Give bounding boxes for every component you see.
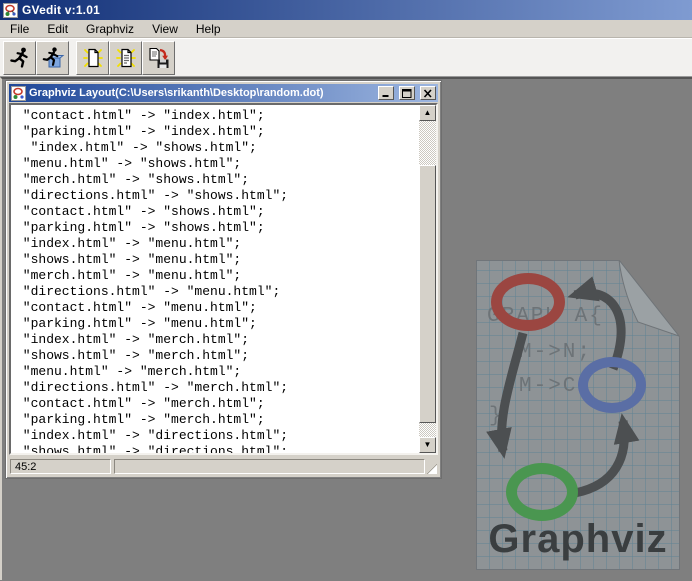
- editor-line: "shows.html" -> "merch.html";: [15, 348, 250, 363]
- cursor-position: 45:2: [10, 459, 111, 474]
- editor: "contact.html" -> "index.html"; "parking…: [9, 103, 438, 455]
- editor-line: "shows.html" -> "menu.html";: [15, 252, 242, 267]
- editor-line: "merch.html" -> "menu.html";: [15, 268, 242, 283]
- graphviz-logo-watermark: GRAPH A{ M->N; M->C; } Graphviz: [454, 246, 690, 576]
- editor-line: "contact.html" -> "menu.html";: [15, 300, 257, 315]
- logo-wordmark: Graphviz: [488, 517, 668, 561]
- editor-line: "merch.html" -> "shows.html";: [15, 172, 250, 187]
- close-icon: [423, 88, 432, 98]
- editor-line: "shows.html" -> "directions.html";: [15, 444, 289, 453]
- menu-item-help[interactable]: Help: [187, 21, 230, 37]
- save-file-button[interactable]: [142, 40, 175, 75]
- editor-line: "directions.html" -> "merch.html";: [15, 380, 289, 395]
- maximize-icon: [402, 88, 412, 98]
- editor-line: "directions.html" -> "menu.html";: [15, 284, 281, 299]
- scroll-down-button[interactable]: ▼: [419, 437, 436, 453]
- editor-line: "contact.html" -> "shows.html";: [15, 204, 265, 219]
- child-window-title: Graphviz Layout(C:\Users\srikanth\Deskto…: [29, 87, 324, 99]
- editor-line: "contact.html" -> "index.html";: [15, 108, 265, 123]
- open-file-button[interactable]: [109, 40, 142, 75]
- logo-node-blue: [578, 357, 646, 413]
- editor-line: "menu.html" -> "shows.html";: [15, 156, 242, 171]
- document-icon: [11, 85, 26, 101]
- window-title: GVedit v:1.01: [22, 3, 100, 17]
- menu-item-graphviz[interactable]: Graphviz: [77, 21, 143, 37]
- editor-line: "directions.html" -> "shows.html";: [15, 188, 289, 203]
- editor-line: "index.html" -> "directions.html";: [15, 428, 289, 443]
- editor-line: "parking.html" -> "index.html";: [15, 124, 265, 139]
- run-preview-button[interactable]: [36, 40, 69, 75]
- toolbar: [0, 38, 692, 77]
- editor-line: "parking.html" -> "menu.html";: [15, 316, 257, 331]
- close-button[interactable]: [420, 86, 436, 100]
- run-button[interactable]: [3, 40, 36, 75]
- status-bar: 45:2: [9, 456, 438, 475]
- editor-line: "index.html" -> "menu.html";: [15, 236, 242, 251]
- logo-paper: GRAPH A{ M->N; M->C; } Graphviz: [476, 260, 680, 570]
- save-file-icon: [148, 47, 168, 68]
- app-icon: [3, 2, 18, 18]
- editor-line: "menu.html" -> "merch.html";: [15, 364, 242, 379]
- new-file-button[interactable]: [76, 40, 109, 75]
- status-message: [114, 459, 425, 474]
- menu-item-edit[interactable]: Edit: [38, 21, 77, 37]
- mdi-area: GRAPH A{ M->N; M->C; } Graphviz Graphviz…: [0, 77, 692, 580]
- minimize-button[interactable]: [378, 86, 394, 100]
- open-file-icon: [115, 48, 136, 67]
- editor-line: "parking.html" -> "merch.html";: [15, 412, 265, 427]
- menu-item-file[interactable]: File: [1, 21, 38, 37]
- vertical-scrollbar[interactable]: ▲ ▼: [419, 105, 436, 453]
- logo-folded-corner: [618, 260, 680, 338]
- logo-node-red: [491, 273, 565, 331]
- editor-line: "contact.html" -> "merch.html";: [15, 396, 265, 411]
- logo-node-green: [506, 463, 578, 521]
- scrollbar-track[interactable]: [419, 121, 436, 437]
- child-titlebar[interactable]: Graphviz Layout(C:\Users\srikanth\Deskto…: [9, 84, 438, 102]
- new-file-icon: [82, 48, 103, 67]
- maximize-button[interactable]: [399, 86, 415, 100]
- editor-line: "index.html" -> "merch.html";: [15, 332, 250, 347]
- scroll-up-button[interactable]: ▲: [419, 105, 436, 121]
- editor-line: "parking.html" -> "shows.html";: [15, 220, 265, 235]
- editor-text-area[interactable]: "contact.html" -> "index.html"; "parking…: [11, 105, 419, 453]
- menu-item-view[interactable]: View: [143, 21, 187, 37]
- graphviz-layout-window: Graphviz Layout(C:\Users\srikanth\Deskto…: [5, 80, 442, 479]
- menu-bar: File Edit Graphviz View Help: [0, 20, 692, 38]
- run-preview-icon: [42, 46, 64, 67]
- resize-grip[interactable]: [424, 461, 437, 474]
- editor-line: "index.html" -> "shows.html";: [15, 140, 257, 155]
- run-icon: [9, 47, 28, 68]
- main-titlebar[interactable]: GVedit v:1.01: [0, 0, 692, 20]
- minimize-icon: [382, 94, 389, 97]
- scrollbar-thumb[interactable]: [419, 165, 436, 423]
